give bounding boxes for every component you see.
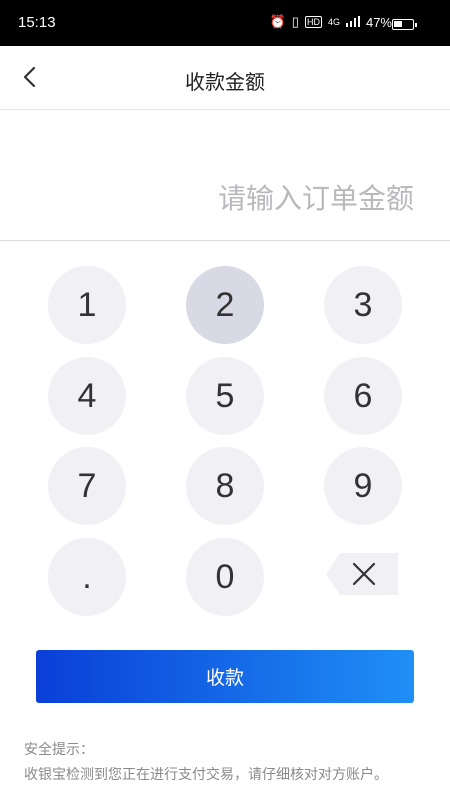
key-5[interactable]: 5 (186, 357, 264, 435)
nav-bar: 收款金额 (0, 46, 450, 110)
signal-icon (345, 15, 360, 30)
tips-title: 安全提示： (24, 742, 94, 758)
security-tips: 安全提示： 收银宝检测到您正在进行支付交易，请仔细核对对方账户。 (24, 738, 414, 788)
status-time: 15:13 (18, 14, 56, 31)
page-title: 收款金额 (185, 70, 265, 94)
tips-body: 收银宝检测到您正在进行支付交易，请仔细核对对方账户。 (24, 767, 388, 783)
battery-icon (392, 19, 417, 30)
status-bar: 15:13 ⏰ ▯ HD 4G 47% (0, 0, 450, 46)
backspace-icon (326, 553, 398, 595)
key-2[interactable]: 2 (186, 266, 264, 344)
key-8[interactable]: 8 (186, 447, 264, 525)
key-0[interactable]: 0 (186, 538, 264, 616)
amount-area (0, 110, 450, 241)
battery-percent: 47% (365, 14, 392, 30)
key-3[interactable]: 3 (324, 266, 402, 344)
collect-button[interactable]: 收款 (36, 650, 414, 703)
key-decimal[interactable]: . (48, 538, 126, 616)
key-4[interactable]: 4 (48, 357, 126, 435)
vibrate-icon: ▯ (291, 14, 299, 29)
key-9[interactable]: 9 (324, 447, 402, 525)
status-icons: ⏰ ▯ HD 4G 47% (270, 14, 392, 30)
network-type: 4G (327, 17, 340, 27)
alarm-icon: ⏰ (269, 14, 286, 29)
key-7[interactable]: 7 (48, 447, 126, 525)
delete-button[interactable] (326, 553, 398, 595)
hd-icon: HD (304, 16, 322, 28)
key-1[interactable]: 1 (48, 266, 126, 344)
key-6[interactable]: 6 (324, 357, 402, 435)
amount-input[interactable] (114, 182, 414, 215)
